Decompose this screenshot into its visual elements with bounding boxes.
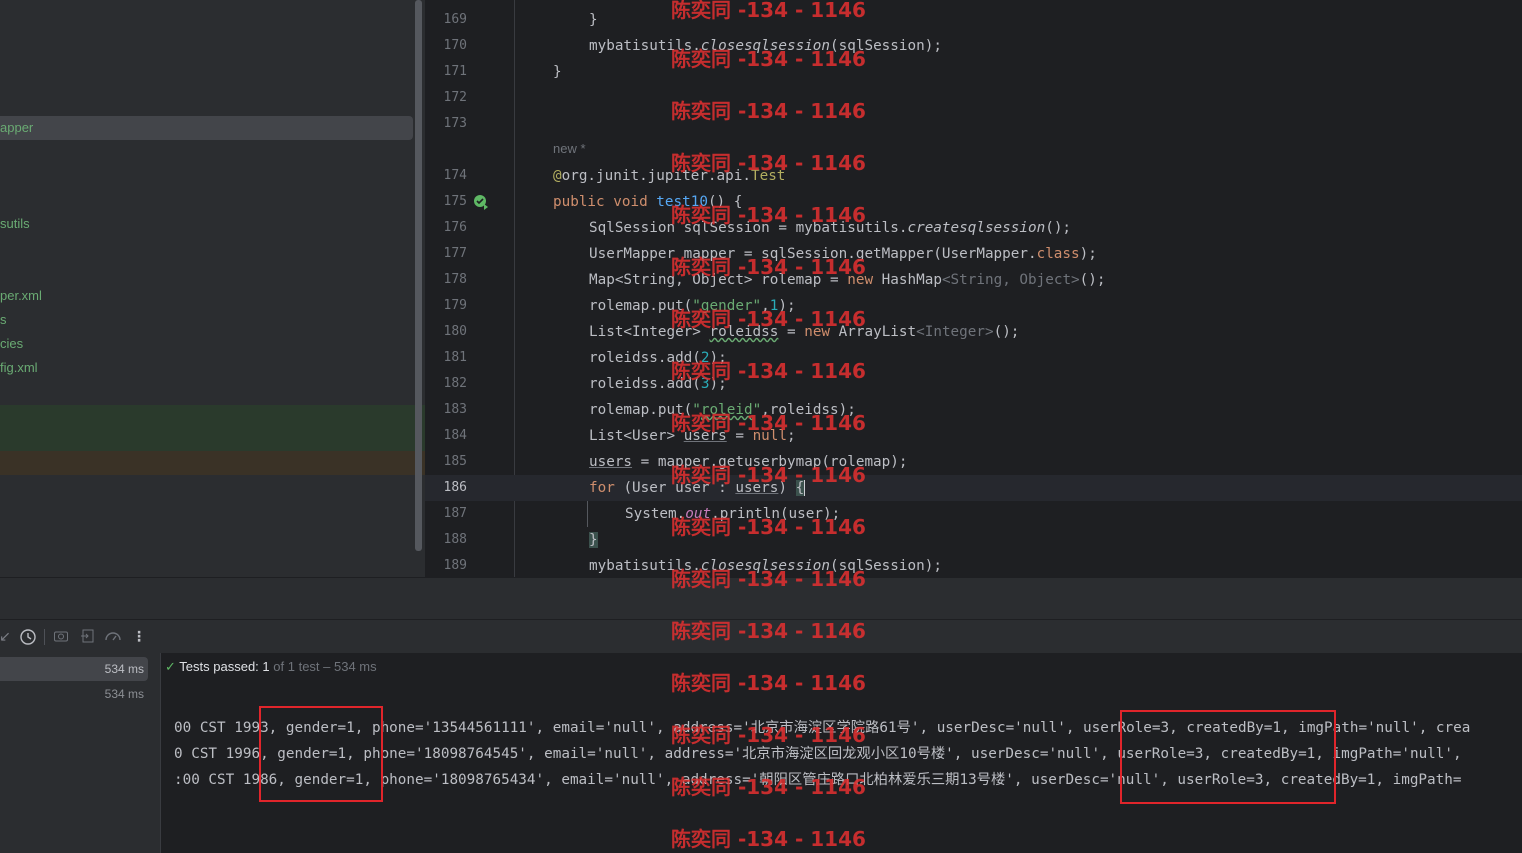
line-number: 178 [443, 272, 467, 287]
code-text: mybatisutils.closesqlsession(sqlSession)… [589, 558, 942, 574]
code-text: public void test10() { [553, 194, 743, 210]
camera-icon[interactable] [52, 628, 70, 646]
line-number: 171 [443, 64, 467, 79]
code-line: 171 } [425, 59, 1522, 85]
code-text: System.out.println(user); [625, 506, 841, 522]
code-text: users = mapper.getuserbymap(rolemap); [589, 454, 908, 470]
code-text: rolemap.put("roleid",roleidss); [589, 402, 856, 418]
tree-warning-highlight [0, 451, 425, 475]
code-text: roleidss.add(2); [589, 350, 727, 366]
highlight-box-userrole [1120, 710, 1336, 804]
line-number: 184 [443, 428, 467, 443]
status-label: Tests passed: [179, 659, 259, 674]
code-line: 170 mybatisutils.closesqlsession(sqlSess… [425, 33, 1522, 59]
toolbar-separator [44, 629, 45, 645]
test-row-selected[interactable]: 534 ms [0, 657, 148, 681]
code-line: 180 List<Integer> roleidss = new ArrayLi… [425, 319, 1522, 345]
code-line: 179 rolemap.put("gender",1); [425, 293, 1522, 319]
run-toolbar: ↙ ⋮ [0, 619, 1522, 654]
code-text: for (User user : users) { [589, 480, 806, 496]
code-line: 187 System.out.println(user); [425, 501, 1522, 527]
status-detail: of 1 test – 534 ms [273, 659, 377, 674]
line-number: 172 [443, 90, 467, 105]
tree-selected-row[interactable] [0, 116, 413, 140]
import-tests-icon[interactable]: ↙ [0, 628, 14, 646]
line-number: 187 [443, 506, 467, 521]
inlay-author-hint[interactable]: new * [553, 141, 586, 156]
code-line: 169 } [425, 7, 1522, 33]
code-editor[interactable]: 169 } 170 mybatisutils.closesqlsession(s… [425, 0, 1522, 577]
code-text: } [553, 64, 562, 80]
code-line: 173 [425, 111, 1522, 137]
tree-item-mapper-xml[interactable]: per.xml [0, 288, 42, 303]
tests-status: ✓ Tests passed: 1 of 1 test – 534 ms [165, 659, 377, 675]
code-line: 182 roleidss.add(3); [425, 371, 1522, 397]
line-number: 179 [443, 298, 467, 313]
tree-item-s[interactable]: s [0, 312, 7, 327]
history-icon[interactable] [19, 628, 37, 646]
export-icon[interactable] [79, 628, 97, 646]
line-number: 181 [443, 350, 467, 365]
code-line: 177 UserMapper mapper = sqlSession.getMa… [425, 241, 1522, 267]
line-number: 186 [443, 480, 467, 495]
line-number: 173 [443, 116, 467, 131]
run-test-icon[interactable] [473, 194, 489, 210]
line-number: 183 [443, 402, 467, 417]
code-line: 172 [425, 85, 1522, 111]
test-duration: 534 ms [104, 687, 144, 701]
code-text: UserMapper mapper = sqlSession.getMapper… [589, 246, 1097, 262]
check-icon: ✓ [165, 660, 176, 675]
code-line: 181 roleidss.add(2); [425, 345, 1522, 371]
code-line: 175 public void test10() { [425, 189, 1522, 215]
code-text: } [589, 12, 598, 28]
line-number: 175 [443, 194, 467, 209]
code-line-current: 186 for (User user : users) { [425, 475, 1522, 501]
test-results-tree: 534 ms 534 ms [0, 653, 161, 853]
tree-item-properties[interactable]: cies [0, 336, 23, 351]
status-count: 1 [262, 659, 270, 674]
code-line: 184 List<User> users = null; [425, 423, 1522, 449]
more-options-icon[interactable]: ⋮ [130, 628, 148, 646]
line-number: 182 [443, 376, 467, 391]
code-text: } [589, 532, 598, 548]
code-text: roleidss.add(3); [589, 376, 727, 392]
line-number: 170 [443, 38, 467, 53]
code-line: 176 SqlSession sqlSession = mybatisutils… [425, 215, 1522, 241]
code-line: 188 } [425, 527, 1522, 553]
line-number: 177 [443, 246, 467, 261]
indent-guide [587, 501, 588, 527]
tree-item-utils[interactable]: sutils [0, 216, 30, 231]
code-line: 174 @org.junit.jupiter.api.Test [425, 163, 1522, 189]
line-number: 180 [443, 324, 467, 339]
line-number: 176 [443, 220, 467, 235]
coverage-icon[interactable] [104, 628, 122, 646]
code-line: 189 mybatisutils.closesqlsession(sqlSess… [425, 553, 1522, 577]
panel-divider[interactable] [0, 577, 1522, 620]
line-number: 185 [443, 454, 467, 469]
code-line: 178 Map<String, Object> rolemap = new Ha… [425, 267, 1522, 293]
code-line: 183 rolemap.put("roleid",roleidss); [425, 397, 1522, 423]
line-number: 188 [443, 532, 467, 547]
tree-item-mapper[interactable]: apper [0, 120, 33, 135]
code-text: SqlSession sqlSession = mybatisutils.cre… [589, 220, 1072, 236]
code-text: List<Integer> roleidss = new ArrayList<I… [589, 324, 1020, 340]
code-line: 185 users = mapper.getuserbymap(rolemap)… [425, 449, 1522, 475]
code-text: mybatisutils.closesqlsession(sqlSession)… [589, 38, 942, 54]
tree-scrollbar[interactable] [415, 0, 422, 551]
code-text: Map<String, Object> rolemap = new HashMa… [589, 272, 1106, 288]
line-number: 189 [443, 558, 467, 573]
line-number: 174 [443, 168, 467, 183]
project-tree: apper sutils per.xml s cies fig.xml [0, 0, 425, 577]
code-text: @org.junit.jupiter.api.Test [553, 168, 786, 184]
highlight-box-gender [259, 706, 383, 802]
tree-item-config-xml[interactable]: fig.xml [0, 360, 38, 375]
code-text: List<User> users = null; [589, 428, 796, 444]
test-duration-total: 534 ms [104, 662, 144, 676]
line-number: 169 [443, 12, 467, 27]
code-text: rolemap.put("gender",1); [589, 298, 796, 314]
tree-test-highlight [0, 405, 425, 451]
